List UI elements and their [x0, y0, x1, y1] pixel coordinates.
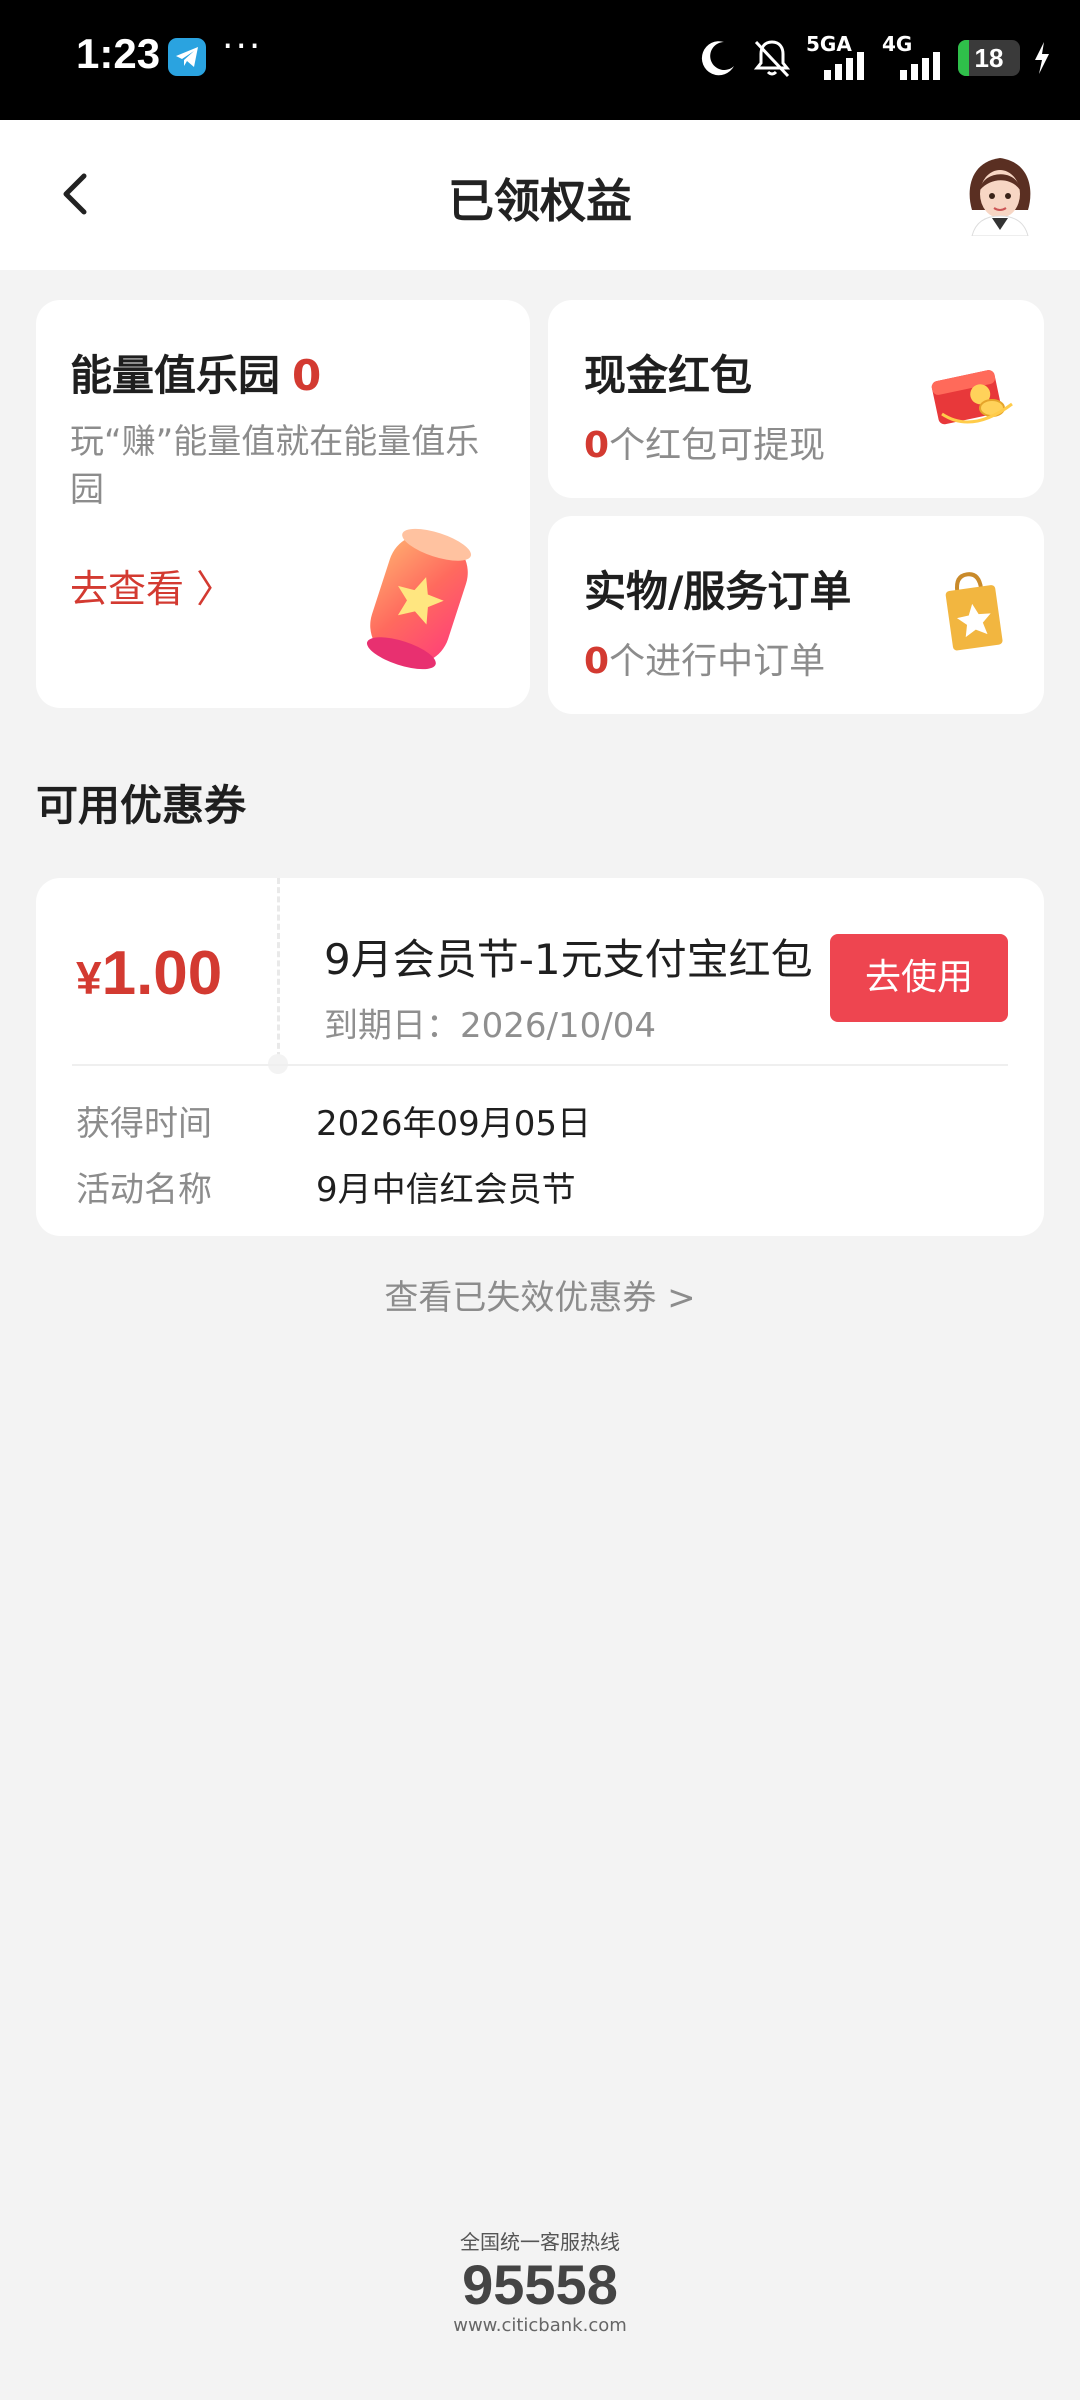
- available-coupons-heading: 可用优惠券: [36, 781, 247, 830]
- mute-bell-icon: [753, 40, 791, 78]
- energy-park-card[interactable]: 能量值乐园 0 玩“赚”能量值就在能量值乐园 去查看 〉: [36, 300, 530, 708]
- energy-count: 0: [292, 351, 322, 400]
- coupon-amount: ¥1.00: [76, 938, 222, 1009]
- orders-card-subtitle: 0个进行中订单: [584, 632, 825, 684]
- network-4g-label: 4G: [882, 32, 913, 56]
- coupon-obtained-row: 获得时间 2026年09月05日: [76, 1096, 591, 1145]
- coupon-card[interactable]: ¥1.00 9月会员节-1元支付宝红包 到期日：2026/10/04 去使用 获…: [36, 878, 1044, 1236]
- app-header: 已领权益: [0, 120, 1080, 270]
- charging-icon: [1035, 42, 1049, 74]
- orders-card-title: 实物/服务订单: [584, 567, 852, 616]
- energy-title-text: 能量值乐园: [70, 351, 281, 400]
- field-value: 2026年09月05日: [316, 1104, 592, 1144]
- avatar[interactable]: [962, 150, 1038, 236]
- coupon-value: 1.00: [101, 939, 223, 1008]
- red-envelope-icon: [931, 370, 1013, 425]
- network-5g-label: 5GA: [806, 32, 852, 56]
- hotline-caption: 全国统一客服热线: [460, 2230, 620, 2254]
- cash-card-title: 现金红包: [584, 351, 753, 400]
- orders-card[interactable]: 实物/服务订单 0个进行中订单: [548, 516, 1044, 714]
- cash-suffix: 个红包可提现: [609, 425, 826, 466]
- coupon-separator: [72, 1064, 1008, 1066]
- shopping-bag-icon: [945, 572, 1003, 651]
- status-bar: 1:23 ··· 5GA 4G 18: [0, 0, 1080, 120]
- energy-card-title: 能量值乐园 0: [70, 342, 321, 403]
- more-notifications-icon: ···: [222, 26, 263, 67]
- signal-4g-icon: 4G: [882, 34, 946, 82]
- star-lantern-icon: [366, 528, 472, 670]
- coupon-expiry: 到期日：2026/10/04: [324, 1006, 656, 1046]
- view-expired-coupons-link[interactable]: 查看已失效优惠券 >: [0, 1270, 1080, 1319]
- energy-card-description: 玩“赚”能量值就在能量值乐园: [70, 422, 480, 510]
- orders-count: 0: [584, 641, 610, 682]
- hotline-url: www.citicbank.com: [453, 2315, 627, 2336]
- cash-count: 0: [584, 425, 610, 466]
- energy-view-link[interactable]: 去查看 〉: [70, 558, 234, 613]
- telegram-icon: [168, 38, 206, 76]
- field-value: 9月中信红会员节: [316, 1170, 576, 1210]
- signal-5g-icon: 5GA: [806, 34, 870, 82]
- cash-red-packet-card[interactable]: 现金红包 0个红包可提现: [548, 300, 1044, 498]
- coupon-currency: ¥: [76, 952, 102, 1004]
- moon-icon: [701, 41, 734, 76]
- page-title: 已领权益: [448, 174, 632, 228]
- field-label: 活动名称: [76, 1170, 212, 1210]
- orders-suffix: 个进行中订单: [609, 641, 826, 682]
- coupon-divider: [277, 878, 280, 1058]
- battery-icon: 18: [958, 40, 1020, 76]
- field-label: 获得时间: [76, 1104, 212, 1144]
- hotline-footer: 全国统一客服热线 95558 www.citicbank.com: [0, 2226, 1080, 2336]
- cash-card-subtitle: 0个红包可提现: [584, 416, 825, 468]
- battery-level: 18: [974, 43, 1004, 73]
- coupon-activity-row: 活动名称 9月中信红会员节: [76, 1162, 576, 1211]
- coupon-name: 9月会员节-1元支付宝红包: [324, 935, 813, 984]
- use-coupon-button[interactable]: 去使用: [830, 934, 1008, 1022]
- hotline-number: 95558: [462, 2253, 618, 2316]
- status-time: 1:23: [76, 30, 161, 77]
